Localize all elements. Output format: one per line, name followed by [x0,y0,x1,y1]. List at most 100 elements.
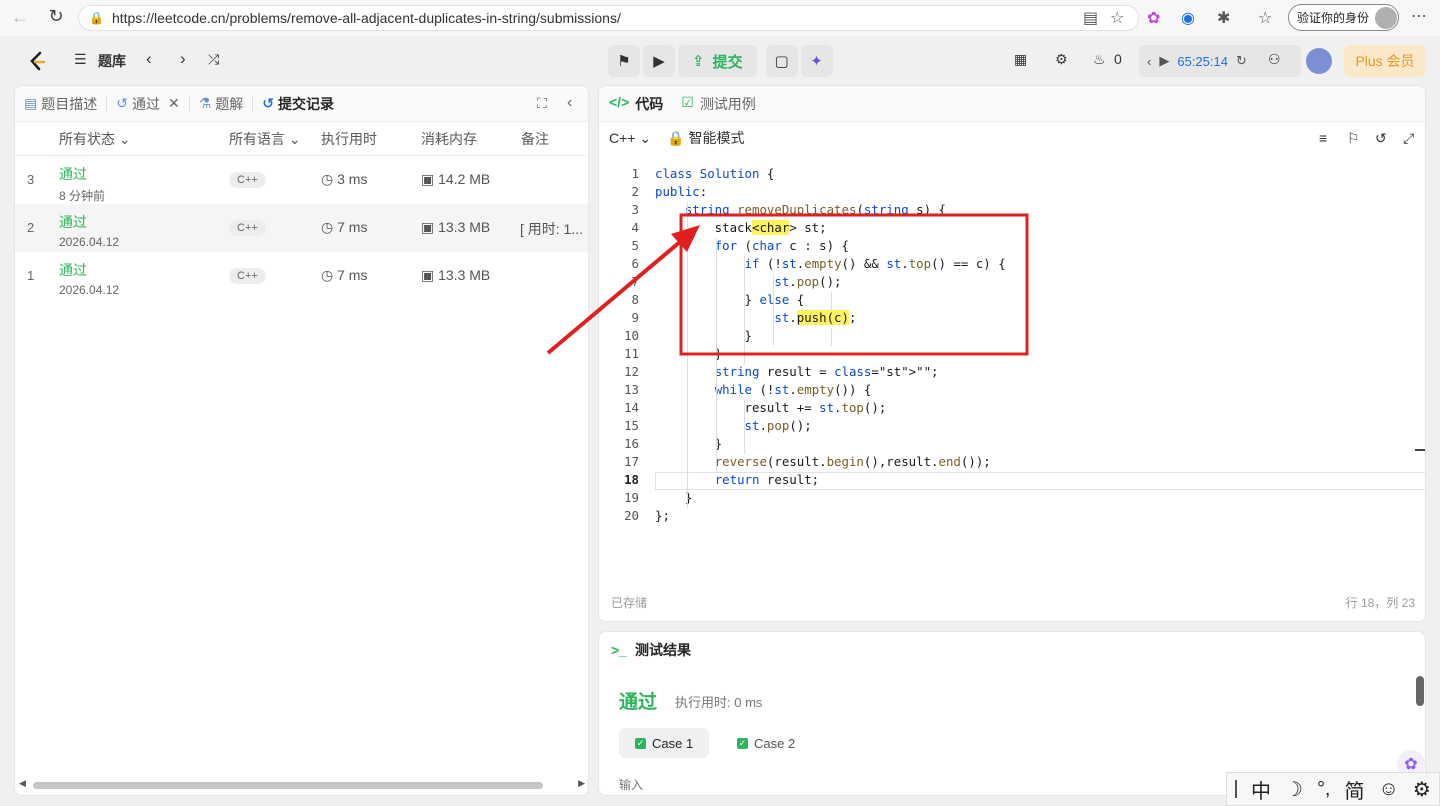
code-line[interactable]: } [655,328,752,343]
code-line[interactable]: } [655,436,722,451]
tab-submissions[interactable]: ↺ 提交记录 [253,94,343,114]
list-icon[interactable]: ☰ [74,51,87,68]
reset-code-icon[interactable]: ↺ [1375,130,1387,147]
code-line[interactable]: if (!st.empty() && st.top() == c) { [655,256,1006,271]
prev-problem-icon[interactable]: ‹ [146,49,152,69]
expand-icon[interactable]: ⤢ [1403,130,1414,147]
settings-icon[interactable]: ⚙ [1055,51,1068,68]
code-line[interactable]: st.pop(); [655,418,812,433]
header-memory[interactable]: 消耗内存 [421,129,477,149]
vertical-scroll-thumb[interactable] [1416,676,1424,706]
table-row[interactable]: 3 通过 8 分钟前 C++ ◷ 3 ms ▣ 14.2 MB [15,156,588,204]
row-status[interactable]: 通过 [59,212,119,232]
reset-icon[interactable]: ↻ [1236,53,1247,69]
format-icon[interactable]: ≡ [1319,130,1327,146]
reload-icon[interactable]: ↻ [38,6,74,27]
lock-icon: 🔒 [667,129,685,146]
code-line[interactable]: st.push(c); [655,310,856,325]
leetcode-logo[interactable] [26,50,48,74]
brain-extension-icon[interactable]: ✿ [1147,8,1160,28]
layout-icon[interactable]: ▦ [1014,51,1027,68]
next-problem-icon[interactable]: › [180,49,186,69]
emoji-icon[interactable]: ☺ [1379,778,1399,801]
clock-icon: ◷ [321,267,338,283]
code-editor[interactable]: 1 class Solution {2 public: 3 string remove… [599,158,1425,582]
play-timer-icon[interactable]: ▶ [1159,53,1169,69]
code-line[interactable]: public: [655,184,707,199]
code-line[interactable]: for (char c : s) { [655,238,849,253]
memory-value: 13.3 MB [438,267,491,283]
table-row[interactable]: 1 通过 2026.04.12 C++ ◷ 7 ms ▣ 13.3 MB [15,252,588,300]
filter-language[interactable]: 所有语言 ⌄ [229,129,301,149]
more-icon[interactable]: ⋯ [1411,6,1427,26]
moon-icon[interactable]: ☽ [1285,777,1303,802]
ime-chinese-toggle[interactable]: 中 [1251,775,1271,804]
line-number: 18 [624,472,639,487]
language-select[interactable]: C++ ⌄ [609,130,651,147]
case-tab-1[interactable]: ✓ Case 1 [619,728,710,758]
collections-icon[interactable]: ☆ [1258,8,1272,28]
result-title[interactable]: 测试结果 [635,640,691,660]
close-icon[interactable]: ✕ [168,95,180,112]
chip-icon: ▣ [421,219,439,235]
debug-button[interactable]: ⚑ [608,45,640,77]
add-friend-icon[interactable]: ⚇ [1268,51,1281,68]
mode-label[interactable]: 智能模式 [689,128,745,148]
chevron-left-icon[interactable]: ‹ [1147,54,1151,69]
tab-testcases[interactable]: ☑ 测试用例 [681,94,756,114]
fullscreen-icon[interactable]: ⛶ [537,95,547,112]
favorite-star-icon[interactable]: ☆ [1110,8,1124,28]
row-status[interactable]: 通过 [59,164,105,184]
scroll-left-icon[interactable]: ◀ [19,778,26,789]
address-bar[interactable]: 🔒 https://leetcode.cn/problems/remove-al… [78,5,1139,31]
code-icon: </> [609,93,630,110]
code-line[interactable]: class Solution { [655,166,774,181]
code-line[interactable]: string removeDuplicates(string s) { [655,202,946,217]
ime-handle[interactable] [1235,780,1237,798]
bookmark-icon[interactable]: ⚐ [1347,130,1360,147]
user-avatar[interactable] [1306,48,1332,74]
shuffle-icon[interactable]: ⤮ [208,51,219,68]
code-line[interactable]: }; [655,508,670,523]
ai-button[interactable]: ✦ [800,45,833,77]
collapse-icon[interactable]: ‹ [567,94,572,112]
code-line[interactable]: return result; [655,472,819,487]
submit-button[interactable]: ⇪ 提交 [678,45,757,77]
filter-status[interactable]: 所有状态 ⌄ [59,129,131,149]
code-line[interactable]: } else { [655,292,805,307]
code-line[interactable]: string result = class="st">""; [655,364,939,379]
tab-passed[interactable]: ↺ 通过 ✕ [107,94,188,114]
row-status[interactable]: 通过 [59,260,119,280]
horizontal-scrollbar[interactable]: ◀ ▶ [19,778,585,789]
row-memory: ▣ 14.2 MB [421,171,490,188]
back-icon[interactable]: ← [2,7,38,28]
row-note[interactable]: [ 用时: 1... [520,219,583,239]
result-status: 通过 [619,692,658,713]
table-row[interactable]: 2 通过 2026.04.12 C++ ◷ 7 ms ▣ 13.3 MB [ 用时: 1..… [15,204,588,252]
case-tab-2[interactable]: ✓ Case 2 [721,728,811,758]
tab-code[interactable]: </> 代码 [609,94,663,114]
run-button[interactable]: ▶ [643,45,675,77]
punctuation-toggle[interactable]: °, [1317,778,1331,801]
code-line[interactable]: } [655,346,722,361]
tab-solutions[interactable]: ⚗ 题解 [190,94,253,114]
tab-description[interactable]: ▤ 题目描述 [15,94,106,114]
code-line[interactable]: stack<char> st; [655,220,827,235]
notes-button[interactable]: ▢ [765,45,798,77]
code-line[interactable]: result += st.top(); [655,400,887,415]
ime-settings-icon[interactable]: ⚙ [1413,777,1431,802]
code-line[interactable]: st.pop(); [655,274,841,289]
problem-bank-link[interactable]: 题库 [98,51,126,71]
extension-icon[interactable]: ◉ [1181,8,1195,28]
flame-icon[interactable]: ♨ [1093,51,1106,68]
indent-guide [686,202,688,508]
header-runtime[interactable]: 执行用时 [321,129,377,149]
reader-icon[interactable]: ▤ [1083,8,1098,28]
code-line[interactable]: reverse(result.begin(),result.end()); [655,454,991,469]
scroll-right-icon[interactable]: ▶ [578,778,585,789]
simplified-toggle[interactable]: 简 [1345,775,1365,804]
puzzle-icon[interactable]: ✱ [1217,8,1230,28]
plus-member-button[interactable]: Plus 会员 [1344,45,1426,77]
profile-button[interactable]: 验证你的身份 [1288,4,1399,31]
scroll-thumb[interactable] [33,782,543,789]
